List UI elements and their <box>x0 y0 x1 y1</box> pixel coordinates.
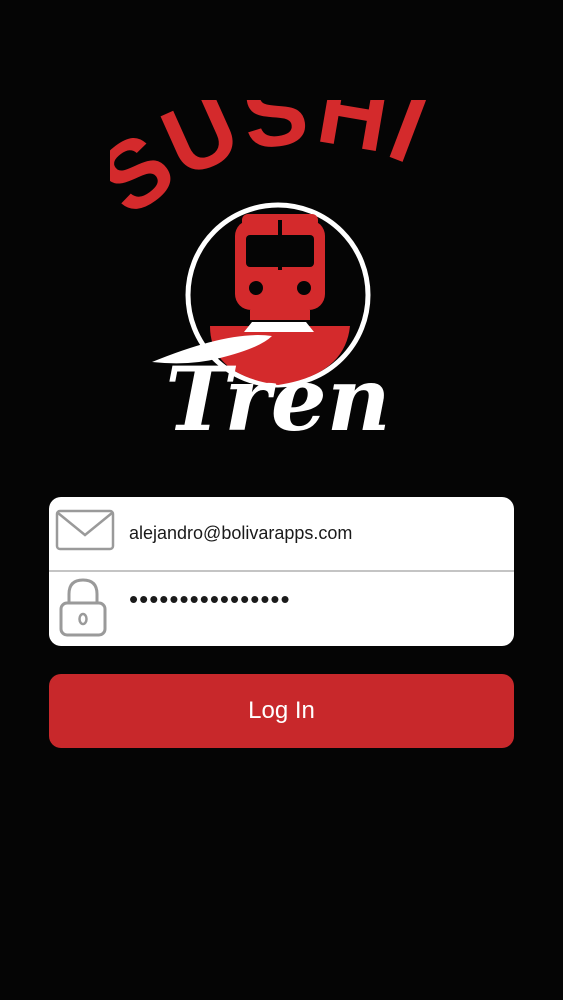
password-field[interactable]: •••••••••••••••• <box>129 584 499 628</box>
rails-graphic <box>244 322 314 332</box>
sushi-tren-logo: SUSHI Tren <box>110 100 450 445</box>
password-field-row[interactable]: •••••••••••••••• <box>49 572 514 646</box>
email-field[interactable] <box>129 511 499 555</box>
train-icon <box>235 214 325 320</box>
envelope-icon <box>55 507 115 563</box>
logo-word-bottom: Tren <box>165 347 390 445</box>
login-button[interactable]: Log In <box>49 674 514 748</box>
login-form-card: •••••••••••••••• <box>49 497 514 646</box>
logo-graphic: SUSHI Tren <box>110 100 439 445</box>
email-field-row[interactable] <box>49 497 514 571</box>
padlock-icon <box>57 576 117 637</box>
